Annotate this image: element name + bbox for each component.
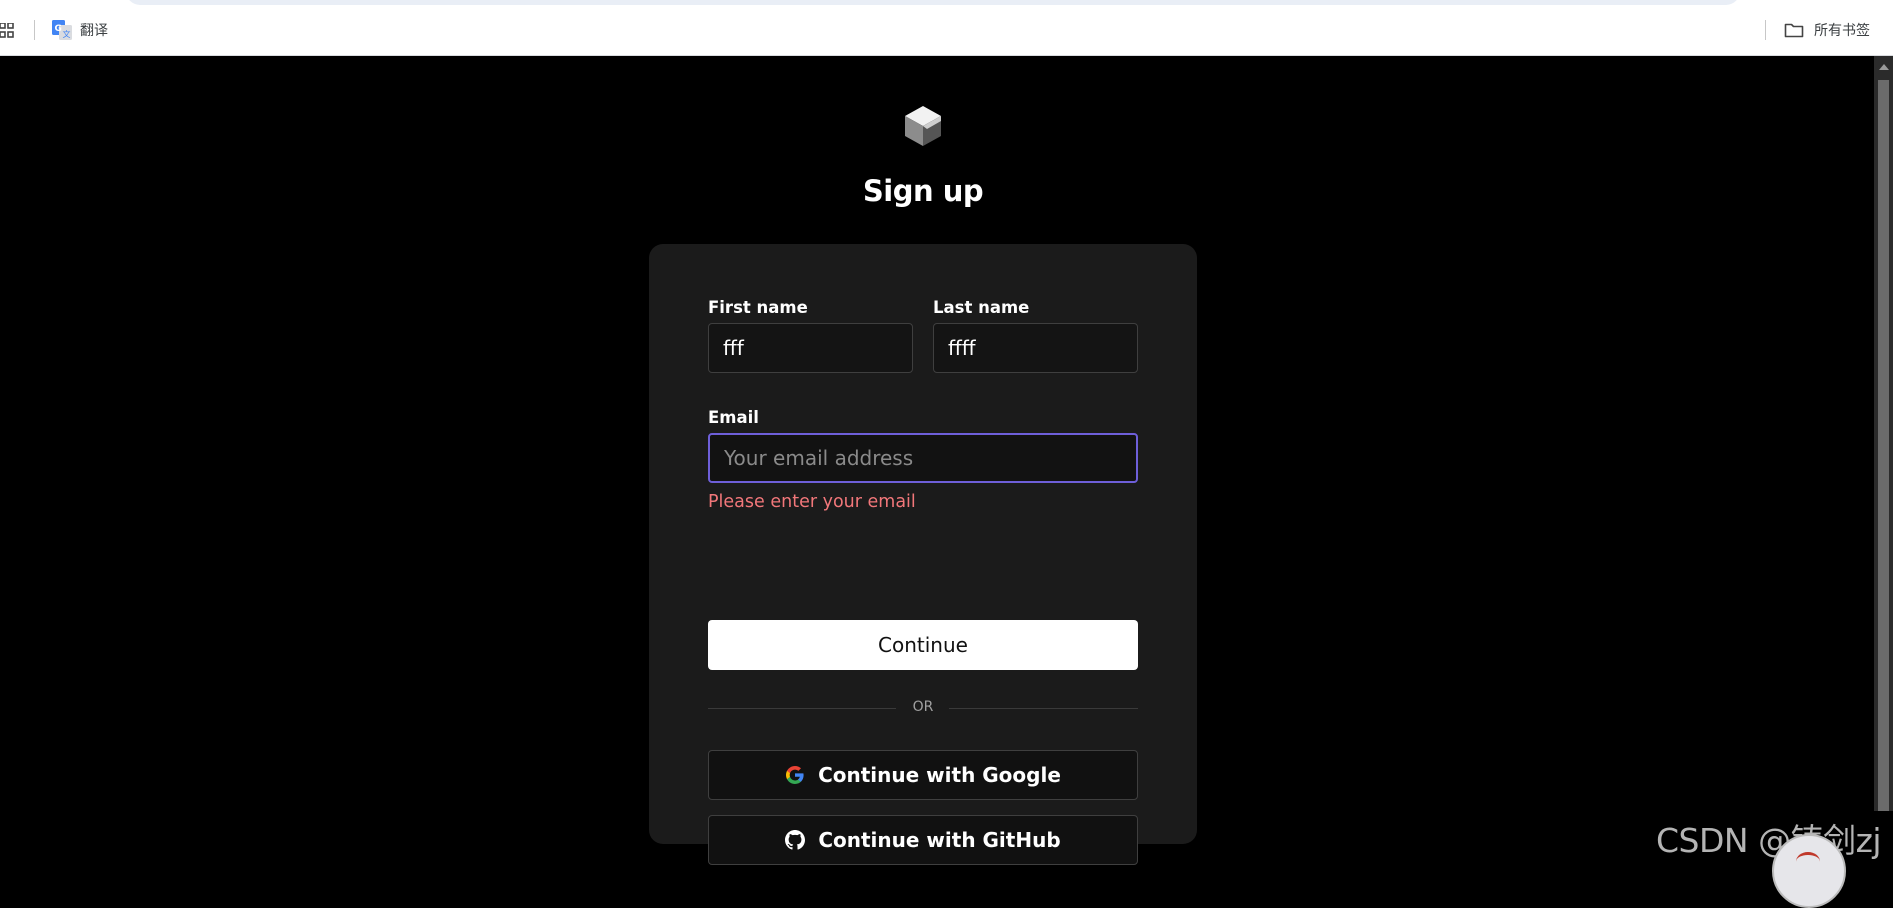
csdn-watermark: CSDN @铸剑zj <box>1656 821 1882 860</box>
first-name-input[interactable] <box>708 323 913 373</box>
signup-page: Sign up First name Last name Email Pleas… <box>0 56 1882 908</box>
divider-line-right <box>949 708 1138 709</box>
folder-icon <box>1784 23 1804 38</box>
continue-with-google-button[interactable]: Continue with Google <box>708 750 1138 800</box>
apps-grid-icon[interactable] <box>0 23 14 38</box>
continue-with-github-button[interactable]: Continue with GitHub <box>708 815 1138 865</box>
github-button-label: Continue with GitHub <box>818 828 1061 852</box>
avatar <box>1772 834 1846 908</box>
bookmark-translate-label: 翻译 <box>80 23 108 39</box>
all-bookmarks-label: 所有书签 <box>1814 23 1870 39</box>
email-error-message: Please enter your email <box>708 492 916 512</box>
svg-text:文: 文 <box>63 29 71 39</box>
svg-text:G: G <box>55 24 62 34</box>
bookmarks-bar: G 文 翻译 所有书签 <box>0 0 1893 56</box>
first-name-label: First name <box>708 298 808 317</box>
email-label: Email <box>708 408 759 427</box>
cube-logo-icon <box>905 106 941 146</box>
all-bookmarks-button[interactable]: 所有书签 <box>1784 19 1870 41</box>
or-divider-text: OR <box>912 699 934 715</box>
bookmarks-divider <box>34 20 35 40</box>
scroll-up-arrow-icon[interactable] <box>1879 64 1889 70</box>
signup-card: First name Last name Email Please enter … <box>649 244 1197 865</box>
bookmarks-divider-right <box>1765 20 1766 40</box>
last-name-label: Last name <box>933 298 1030 317</box>
scrollbar-thumb[interactable] <box>1878 80 1889 811</box>
last-name-input[interactable] <box>933 323 1138 373</box>
address-bar-edge[interactable] <box>126 0 1740 5</box>
page-title: Sign up <box>862 174 984 208</box>
google-button-label: Continue with Google <box>818 763 1061 787</box>
google-icon <box>786 766 804 784</box>
email-input[interactable] <box>708 433 1138 483</box>
bookmark-translate[interactable]: G 文 翻译 <box>52 19 108 41</box>
continue-button[interactable]: Continue <box>708 620 1138 670</box>
github-icon <box>785 830 806 850</box>
page-scrollbar[interactable] <box>1874 56 1893 811</box>
google-translate-icon: G 文 <box>52 20 72 40</box>
